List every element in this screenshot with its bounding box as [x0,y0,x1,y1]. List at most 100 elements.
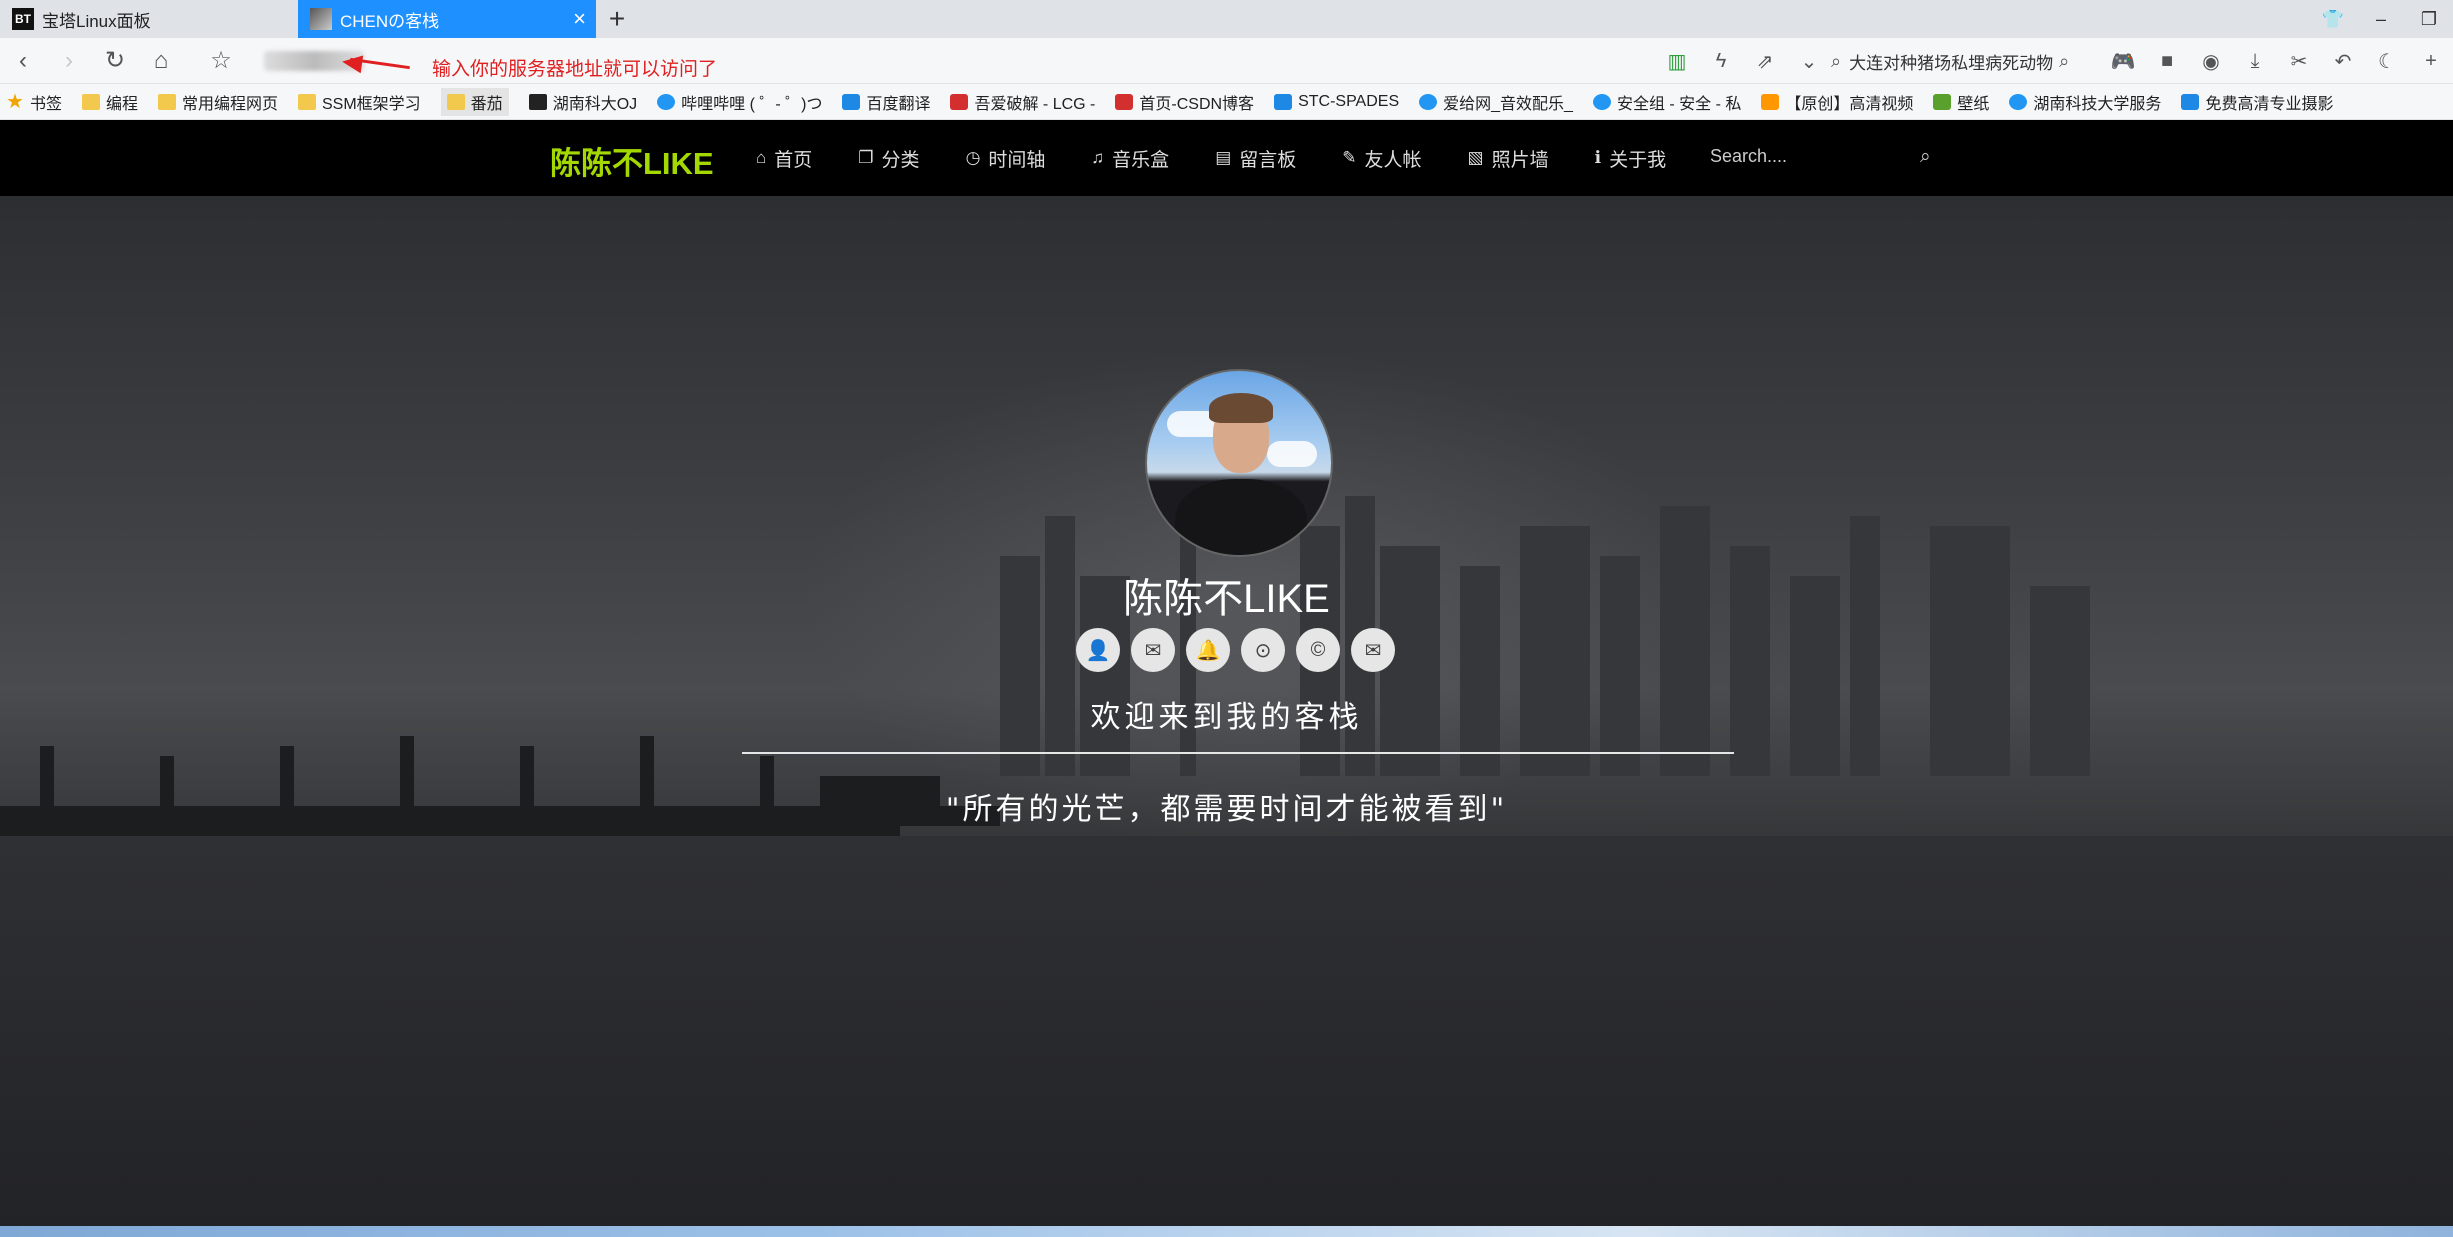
home-icon: ⌂ [756,148,767,167]
bookmark-item[interactable]: 哔哩哔哩 ( ゜- ゜)つ [657,90,822,114]
menu-item-timeline[interactable]: ◷ 时间轴 [966,145,1046,172]
lightning-icon[interactable]: ϟ [1699,50,1743,73]
menu-item-music[interactable]: ♫ 音乐盒 [1091,145,1169,172]
csdn-icon [1115,93,1134,110]
tab-bar: BT 宝塔Linux面板 CHENの客栈 × + 👕 – ❐ [0,0,2453,38]
wallpaper-icon [1933,93,1952,110]
extension-icon[interactable]: ■ [2145,50,2189,73]
undo-icon[interactable]: ↶ [2321,49,2365,74]
share-icon[interactable]: ⇗ [1743,49,1787,74]
tab-chen-inn[interactable]: CHENの客栈 × [298,0,596,38]
folder-icon [157,93,176,110]
bookmark-item[interactable]: 首页-CSDN博客 [1115,90,1254,114]
bookmark-item[interactable]: STC-SPADES [1274,93,1399,111]
bookmark-item[interactable]: 免费高清专业摄影 [2181,90,2333,114]
mail-icon[interactable]: ✉ [1351,628,1395,672]
avatar[interactable] [1145,369,1333,557]
bilibili-video-icon [1761,93,1780,110]
reader-icon[interactable]: ▥ [1655,49,1699,74]
water-image [0,836,2453,1226]
bookmark-item[interactable]: 湖南科大OJ [528,90,637,114]
folder-icon [446,93,465,110]
reload-icon[interactable]: ↻ [92,46,138,75]
site-logo[interactable]: 陈陈不LIKE [550,138,714,183]
scissors-icon[interactable]: ✂ [2277,49,2321,74]
hero-quote: "所有的光芒，都需要时间才能被看到" [945,792,1508,827]
menu-item-guestbook[interactable]: ▤ 留言板 [1215,145,1296,172]
annotation-arrow-icon [340,52,364,74]
site-search-input[interactable]: Search.... [1710,146,1787,167]
search-icon[interactable]: ⌕ [1920,146,1931,168]
incognito-icon[interactable]: ◉ [2189,49,2233,74]
menu-item-home[interactable]: ⌂ 首页 [756,145,812,172]
copyright-icon[interactable]: © [1296,628,1340,672]
bookmark-item[interactable]: ★ 书签 [6,89,62,114]
folder-icon [81,93,100,110]
new-tab-button[interactable]: + [596,0,638,38]
github-icon[interactable]: ⊙ [1241,628,1285,672]
bookmark-item[interactable]: 吾爱破解 - LCG - [950,90,1095,114]
stc-icon [1274,93,1293,110]
back-icon[interactable]: ‹ [0,47,46,75]
bookmark-folder[interactable]: SSM框架学习 [297,90,421,114]
close-tab-icon[interactable]: × [573,6,586,32]
avatar-body [1175,479,1307,555]
avatar-hair [1209,393,1273,423]
chevron-down-icon[interactable]: ⌄ [1787,49,1831,74]
bookmark-item[interactable]: 爱给网_音效配乐_ [1419,90,1573,114]
hero-welcome: 欢迎来到我的客栈 [1090,700,1363,735]
pencil-icon: ✎ [1342,148,1357,167]
university-icon [2009,93,2028,110]
bookmark-star-icon[interactable]: ☆ [198,46,244,75]
tab-title: CHENの客栈 [340,11,440,31]
skin-icon[interactable]: 👕 [2309,9,2357,30]
add-icon[interactable]: + [2409,50,2453,73]
bookmark-folder[interactable]: 番茄 [440,87,509,116]
site-menu: ⌂ 首页 ❐ 分类 ◷ 时间轴 ♫ 音乐盒 ▤ 留言板 ✎ 友人帐 ▧ 照片墙 ℹ 关于我 [756,120,1712,196]
menu-item-about[interactable]: ℹ 关于我 [1595,145,1666,172]
clock-icon: ◷ [965,148,981,167]
wechat-icon[interactable]: ✉ [1131,628,1175,672]
user-icon[interactable]: 👤 [1076,628,1120,672]
annotation-text: 输入你的服务器地址就可以访问了 [432,59,718,80]
menu-item-photos[interactable]: ▧ 照片墙 [1468,145,1549,172]
bookmark-item[interactable]: 安全组 - 安全 - 私 [1592,90,1741,114]
qq-icon[interactable]: 🔔 [1186,628,1230,672]
zhihu-icon [2181,93,2200,110]
night-mode-icon[interactable]: ☾ [2365,49,2409,74]
baota-favicon-icon: BT [12,8,34,30]
bilibili-icon [657,93,676,110]
bookmark-item[interactable]: 【原创】高清视频 [1761,90,1913,114]
folder-icon [297,93,316,110]
next-section-edge [0,1226,2453,1237]
bookmark-item[interactable]: 湖南科技大学服务 [2009,90,2161,114]
tab-title: 宝塔Linux面板 [42,11,151,31]
forward-icon[interactable]: › [46,47,92,75]
music-icon: ♫ [1091,148,1105,167]
info-icon: ℹ [1594,148,1602,167]
restore-icon[interactable]: ❐ [2405,9,2453,30]
browser-search-box[interactable]: ⌕ 大连对种猪场私埋病死动物 ⌕ [1831,49,2101,74]
avatar-cloud [1267,441,1317,467]
bookmark-item[interactable]: 百度翻译 [842,90,930,114]
menu-item-category[interactable]: ❐ 分类 [858,145,919,172]
bookmark-folder[interactable]: 常用编程网页 [157,90,278,114]
search-submit-icon[interactable]: ⌕ [2059,51,2069,72]
translate-icon [842,93,861,110]
bookmark-item[interactable]: 壁纸 [1933,90,1989,114]
home-icon[interactable]: ⌂ [138,47,184,75]
download-icon[interactable]: ⤓ [2233,50,2277,73]
hero-divider [742,752,1734,754]
oj-icon [528,93,547,110]
game-icon[interactable]: 🎮 [2101,49,2145,74]
menu-item-friends[interactable]: ✎ 友人帐 [1342,145,1421,172]
minimize-icon[interactable]: – [2357,9,2405,30]
aigei-icon [1419,93,1438,110]
bookmarks-bar: ★ 书签 编程 常用编程网页 SSM框架学习 番茄 湖南科大OJ 哔哩哔哩 ( ゜… [0,84,2453,120]
image-icon: ▧ [1467,148,1484,167]
copy-icon: ❐ [858,148,874,167]
hero-title: 陈陈不LIKE [1123,577,1330,621]
tab-baota-panel[interactable]: BT 宝塔Linux面板 [0,0,298,38]
bookmark-folder[interactable]: 编程 [81,90,138,114]
social-links: 👤 ✉ 🔔 ⊙ © ✉ [1076,628,1406,672]
